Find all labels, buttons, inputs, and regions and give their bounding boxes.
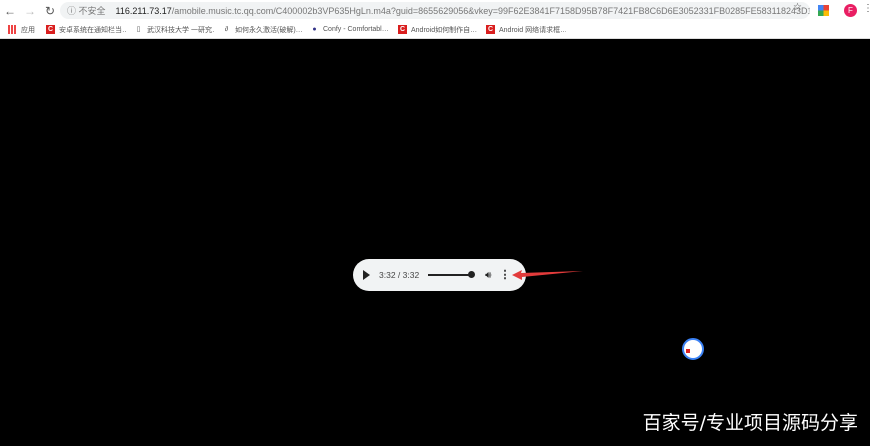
bookmark-star-icon[interactable]: ☆ [793,2,802,13]
browser-toolbar: ← → ↻ ⓘ 不安全 116.211.73.17 /amobile.music… [0,0,870,21]
bookmark-apps[interactable]: 应用 [8,25,38,35]
more-options-icon[interactable]: ⋮ [499,269,510,281]
bookmark-item[interactable]: C Android如何制作自… [398,25,478,35]
bookmark-item[interactable]: ▯ 武汉科技大学 一研究… [134,25,214,35]
back-icon[interactable]: ← [0,4,20,18]
info-icon[interactable]: ⓘ [67,4,79,17]
confy-icon: ● [312,26,317,33]
link-icon: ∂ [224,26,229,33]
apps-icon [8,25,17,34]
menu-icon[interactable]: ⋮ [863,3,870,14]
url-path: /amobile.music.tc.qq.com/C400002b3VP635H… [171,5,810,16]
bookmark-item[interactable]: ● Confy - Comfortabl… [310,25,390,34]
url-host: 116.211.73.17 [115,5,172,16]
avatar[interactable]: F [844,4,857,17]
bookmark-label: 如何永久激活(破解)… [235,26,302,34]
annotation-arrow-icon [512,270,583,280]
csdn-icon: C [486,25,495,34]
page-icon: ▯ [136,26,141,33]
time-display: 3:32 / 3:32 [379,270,420,280]
bookmark-label: Android如何制作自… [411,26,478,34]
bookmark-label: Confy - Comfortabl… [323,26,389,33]
bookmark-label: 安卓系统在通知栏当… [59,26,126,34]
reload-icon[interactable]: ↻ [40,4,60,18]
bookmark-item[interactable]: ∂ 如何永久激活(破解)… [222,25,302,35]
floating-widget[interactable] [682,338,704,360]
bookmark-label: 武汉科技大学 一研究… [147,26,214,34]
security-label: 不安全 [78,6,106,16]
play-icon[interactable] [363,270,370,280]
extension-icon[interactable] [818,5,829,16]
address-bar[interactable]: ⓘ 不安全 116.211.73.17 /amobile.music.tc.qq… [60,2,810,19]
bookmark-item[interactable]: C Android 网络请求框… [486,25,566,35]
seek-thumb[interactable] [468,271,476,278]
bookmarks-bar: 应用 C 安卓系统在通知栏当… ▯ 武汉科技大学 一研究… ∂ 如何永久激活(破解)…… [0,21,870,39]
forward-icon[interactable]: → [20,4,40,18]
watermark: 百家号/专业项目源码分享 [642,412,858,434]
bookmark-label: Android 网络请求框… [499,26,566,34]
csdn-icon: C [398,25,407,34]
widget-mark [686,349,690,353]
seek-slider[interactable] [428,271,476,278]
audio-player: 3:32 / 3:32 🔊︎ ⋮ [353,259,526,291]
bookmark-label: 应用 [21,26,35,34]
csdn-icon: C [46,25,55,34]
bookmark-item[interactable]: C 安卓系统在通知栏当… [46,25,126,35]
volume-icon[interactable]: 🔊︎ [485,270,491,281]
